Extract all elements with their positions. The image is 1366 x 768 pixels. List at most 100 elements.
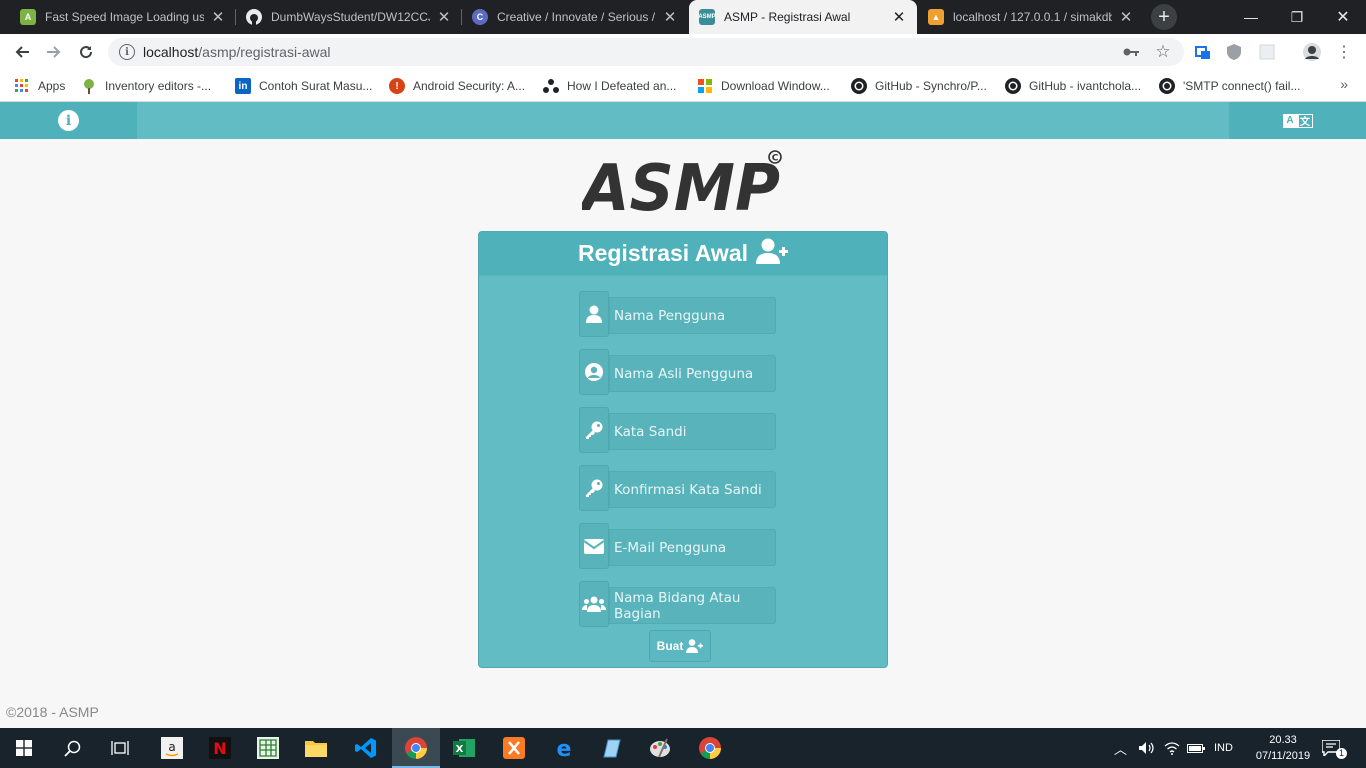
windows-taskbar: a N X e ︿ IND 20.33 07/11/2019 1 <box>0 728 1366 768</box>
system-clock[interactable]: 20.33 07/11/2019 <box>1248 732 1318 764</box>
github-favicon-icon <box>246 9 262 25</box>
more-bookmarks-icon[interactable]: » <box>1340 76 1348 92</box>
svg-text:N: N <box>213 739 226 758</box>
bookmark-how-i-defeated[interactable]: How I Defeated an... <box>543 76 676 96</box>
tab-asmp-registrasi[interactable]: ASMP ASMP - Registrasi Awal ✕ <box>689 0 917 34</box>
windows-start-icon <box>16 740 32 756</box>
start-button[interactable] <box>0 728 48 768</box>
tab-github-dumbways[interactable]: DumbWaysStudent/DW12CCJO ✕ <box>236 0 462 34</box>
search-button[interactable] <box>48 728 96 768</box>
tab-image-loading[interactable]: A Fast Speed Image Loading usin ✕ <box>10 0 236 34</box>
chrome-menu-icon[interactable]: ⋮ <box>1335 43 1353 61</box>
extension-blank-icon[interactable] <box>1258 43 1276 61</box>
restore-icon[interactable]: ❐ <box>1274 0 1320 34</box>
bookmark-github-ivantchola[interactable]: GitHub - ivantchola... <box>1005 76 1141 96</box>
close-tab-icon[interactable]: ✕ <box>210 9 226 26</box>
form-title: Registrasi Awal <box>577 240 749 266</box>
close-window-icon[interactable]: ✕ <box>1320 0 1366 34</box>
bookmarks-bar: Apps Inventory editors -... in Contoh Su… <box>0 70 1366 102</box>
bookmark-apps[interactable]: Apps <box>14 76 65 96</box>
bookmark-star-icon[interactable]: ☆ <box>1154 42 1172 61</box>
real-name-input[interactable]: Nama Asli Pengguna <box>609 355 776 392</box>
tab-phpmyadmin[interactable]: ▲ localhost / 127.0.0.1 / simakdb ✕ <box>918 0 1144 34</box>
bookmark-android-security[interactable]: ! Android Security: A... <box>389 76 525 96</box>
logo-text: ASMP <box>582 152 780 214</box>
info-button[interactable]: i <box>0 102 137 139</box>
taskbar-chrome[interactable] <box>686 728 734 768</box>
user-icon <box>579 291 609 337</box>
close-tab-icon[interactable]: ✕ <box>662 9 678 26</box>
github-icon <box>851 78 867 94</box>
close-tab-icon[interactable]: ✕ <box>436 9 452 26</box>
key-password-icon[interactable] <box>1122 43 1140 61</box>
bookmark-download-windows[interactable]: Download Window... <box>697 76 830 96</box>
battery-icon[interactable] <box>1187 728 1205 768</box>
folder-icon <box>305 741 327 757</box>
show-hidden-icons-icon[interactable]: ︿ <box>1114 728 1127 768</box>
reload-icon[interactable] <box>72 38 100 66</box>
address-bar[interactable]: i localhost/asmp/registrasi-awal <box>108 38 1184 66</box>
task-view-icon <box>111 741 129 755</box>
profile-avatar-icon[interactable] <box>1303 43 1321 61</box>
app-header-bar: i A文 <box>0 102 1366 139</box>
department-input[interactable]: Nama Bidang Atau Bagian <box>609 587 776 624</box>
taskbar-spreadsheet[interactable] <box>244 728 292 768</box>
taskbar-xampp[interactable] <box>490 728 538 768</box>
language-button[interactable]: A文 <box>1229 102 1366 139</box>
logo-copyright-mark: C <box>772 154 779 164</box>
back-arrow-icon[interactable] <box>8 38 36 66</box>
close-tab-icon[interactable]: ✕ <box>891 9 907 26</box>
email-input[interactable]: E-Mail Pengguna <box>609 529 776 566</box>
bookmark-github-synchro[interactable]: GitHub - Synchro/P... <box>851 76 987 96</box>
info-icon: i <box>58 110 79 131</box>
confirm-password-input[interactable]: Konfirmasi Kata Sandi <box>609 471 776 508</box>
asmp-favicon-icon: ASMP <box>698 9 716 25</box>
site-info-icon[interactable]: i <box>119 44 135 60</box>
action-center-button[interactable]: 1 <box>1322 728 1347 768</box>
input-language[interactable]: IND <box>1214 728 1233 768</box>
registration-card: Registrasi Awal Nama Pengguna Nama Asli … <box>478 231 888 668</box>
forward-arrow-icon[interactable] <box>40 38 68 66</box>
bookmark-contoh-surat[interactable]: in Contoh Surat Masu... <box>235 76 372 96</box>
svg-text:a: a <box>168 740 175 754</box>
user-circle-icon <box>579 349 609 395</box>
minimize-icon[interactable]: — <box>1228 0 1274 34</box>
taskbar-edge[interactable]: e <box>540 728 588 768</box>
svg-text:e: e <box>557 737 572 759</box>
taskbar-vscode[interactable] <box>342 728 390 768</box>
spreadsheet-icon <box>257 737 279 759</box>
new-tab-button[interactable]: + <box>1151 4 1177 30</box>
username-field: Nama Pengguna <box>579 291 776 337</box>
chrome-icon <box>699 737 721 759</box>
taskbar-paint[interactable] <box>636 728 684 768</box>
phpmyadmin-favicon-icon: ▲ <box>928 9 944 25</box>
taskbar-excel[interactable]: X <box>440 728 488 768</box>
taskbar-netflix[interactable]: N <box>196 728 244 768</box>
bookmark-inventory-editors[interactable]: Inventory editors -... <box>81 76 211 96</box>
user-plus-icon <box>756 238 789 270</box>
wifi-icon[interactable] <box>1164 728 1180 768</box>
windows-icon <box>697 78 713 94</box>
taskbar-file-explorer[interactable] <box>292 728 340 768</box>
password-input[interactable]: Kata Sandi <box>609 413 776 450</box>
users-icon <box>579 581 609 627</box>
taskbar-notepad[interactable] <box>588 728 636 768</box>
extension-shield-icon[interactable] <box>1225 43 1243 61</box>
task-view-button[interactable] <box>96 728 144 768</box>
close-tab-icon[interactable]: ✕ <box>1118 9 1134 26</box>
key-icon <box>579 465 609 511</box>
vscode-icon <box>355 738 376 758</box>
svg-text:X: X <box>456 744 464 755</box>
asmp-logo: ASMP C <box>577 150 787 226</box>
taskbar-amazon[interactable]: a <box>148 728 196 768</box>
taskbar-chrome-active[interactable] <box>392 728 440 768</box>
extension-cast-icon[interactable] <box>1194 43 1212 61</box>
create-account-button[interactable]: Buat <box>649 630 711 662</box>
username-input[interactable]: Nama Pengguna <box>609 297 776 334</box>
volume-icon[interactable] <box>1138 728 1154 768</box>
tab-creative[interactable]: C Creative / Innovate / Serious / ✕ <box>462 0 688 34</box>
bookmark-smtp-connect[interactable]: 'SMTP connect() fail... <box>1159 76 1300 96</box>
github-icon <box>1005 78 1021 94</box>
url-host: localhost <box>143 44 199 60</box>
browser-tab-strip: A Fast Speed Image Loading usin ✕ DumbWa… <box>0 0 1366 34</box>
